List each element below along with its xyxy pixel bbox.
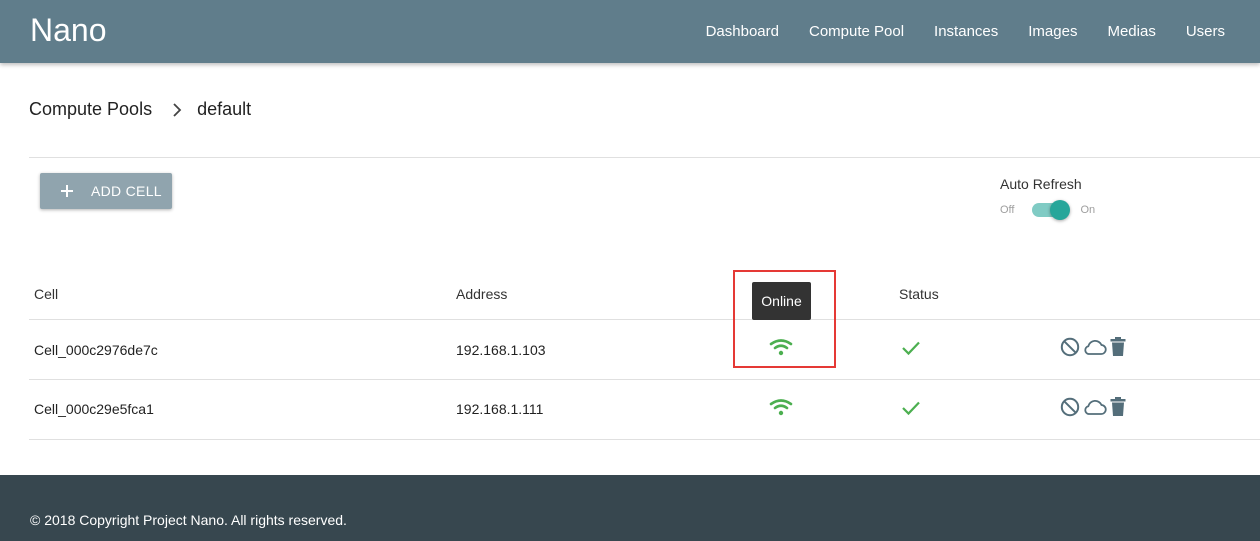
nav-dashboard[interactable]: Dashboard [691, 23, 794, 40]
footer-copyright: © 2018 Copyright Project Nano. All right… [30, 512, 347, 528]
auto-refresh-toggle[interactable] [1032, 200, 1071, 220]
nav-users[interactable]: Users [1171, 23, 1240, 40]
check-icon [902, 341, 920, 356]
cloud-icon[interactable] [1082, 338, 1107, 356]
wifi-icon[interactable] [769, 398, 793, 416]
row-divider [29, 379, 1260, 380]
toggle-thumb[interactable] [1050, 200, 1071, 220]
disable-icon[interactable] [1060, 337, 1080, 357]
add-cell-button[interactable]: ADD CELL [40, 173, 172, 209]
breadcrumb: Compute Pools default [29, 99, 251, 120]
auto-refresh-title: Auto Refresh [1000, 176, 1082, 192]
table-header-divider [29, 319, 1260, 320]
column-header-cell[interactable]: Cell [34, 286, 58, 302]
cloud-icon[interactable] [1082, 398, 1107, 416]
trash-icon[interactable] [1110, 337, 1126, 357]
column-header-status[interactable]: Status [899, 286, 939, 302]
chevron-right-icon [173, 102, 182, 117]
row-cell-name: Cell_000c29e5fca1 [34, 401, 154, 417]
nav-instances[interactable]: Instances [919, 23, 1013, 40]
toggle-on-label: On [1080, 204, 1096, 216]
main-nav: Dashboard Compute Pool Instances Images … [691, 0, 1240, 63]
plus-icon [61, 185, 73, 197]
column-header-address[interactable]: Address [456, 286, 507, 302]
section-divider [29, 157, 1260, 158]
check-icon [902, 401, 920, 416]
disable-icon[interactable] [1060, 397, 1080, 417]
nav-images[interactable]: Images [1013, 23, 1092, 40]
toggle-off-label: Off [1000, 204, 1015, 216]
highlight-box [733, 270, 836, 368]
trash-icon[interactable] [1110, 397, 1126, 417]
row-address: 192.168.1.111 [456, 401, 544, 417]
nav-medias[interactable]: Medias [1092, 23, 1170, 40]
brand-logo[interactable]: Nano [30, 12, 107, 49]
row-cell-name: Cell_000c2976de7c [34, 342, 158, 358]
footer: © 2018 Copyright Project Nano. All right… [0, 475, 1260, 541]
add-cell-label: ADD CELL [91, 183, 162, 199]
row-address: 192.168.1.103 [456, 342, 546, 358]
breadcrumb-compute-pools[interactable]: Compute Pools [29, 99, 152, 120]
auto-refresh-control: Auto Refresh Off On [1000, 176, 1095, 220]
breadcrumb-current: default [197, 99, 252, 119]
row-divider [29, 439, 1260, 440]
app-bar: Nano Dashboard Compute Pool Instances Im… [0, 0, 1260, 63]
nav-compute-pool[interactable]: Compute Pool [794, 23, 919, 40]
